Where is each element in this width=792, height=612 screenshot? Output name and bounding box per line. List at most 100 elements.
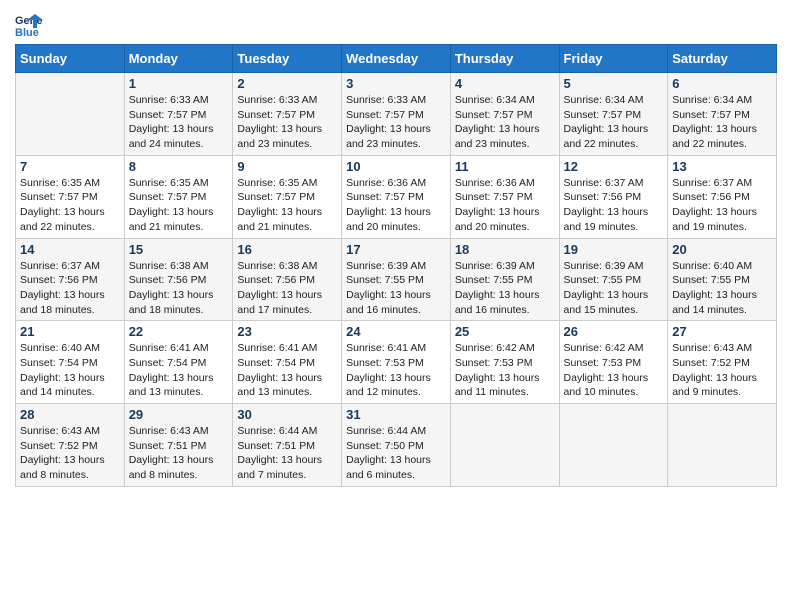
calendar-cell: 2 Sunrise: 6:33 AM Sunset: 7:57 PM Daylig…	[233, 73, 342, 156]
day-content: Sunrise: 6:37 AM Sunset: 7:56 PM Dayligh…	[564, 176, 664, 235]
day-content: Sunrise: 6:34 AM Sunset: 7:57 PM Dayligh…	[564, 93, 664, 152]
header-friday: Friday	[559, 45, 668, 73]
calendar-cell: 3 Sunrise: 6:33 AM Sunset: 7:57 PM Daylig…	[342, 73, 451, 156]
day-content: Sunrise: 6:35 AM Sunset: 7:57 PM Dayligh…	[237, 176, 337, 235]
day-content: Sunrise: 6:34 AM Sunset: 7:57 PM Dayligh…	[455, 93, 555, 152]
calendar-cell: 17Sunrise: 6:39 AM Sunset: 7:55 PM Dayli…	[342, 238, 451, 321]
day-number: 3	[346, 76, 446, 91]
calendar-cell: 25 Sunrise: 6:42 AM Sunset: 7:53 PM Dayli…	[450, 321, 559, 404]
calendar-cell: 5 Sunrise: 6:34 AM Sunset: 7:57 PM Daylig…	[559, 73, 668, 156]
logo-icon: General Blue	[15, 10, 43, 38]
calendar-cell: 18Sunrise: 6:39 AM Sunset: 7:55 PM Dayli…	[450, 238, 559, 321]
calendar-cell: 16 Sunrise: 6:38 AM Sunset: 7:56 PM Dayli…	[233, 238, 342, 321]
day-number: 6	[672, 76, 772, 91]
svg-text:General: General	[15, 15, 43, 27]
day-number: 24	[346, 324, 446, 339]
calendar-cell: 28Sunrise: 6:43 AM Sunset: 7:52 PM Dayli…	[16, 404, 125, 487]
calendar-cell	[559, 404, 668, 487]
day-content: Sunrise: 6:43 AM Sunset: 7:52 PM Dayligh…	[672, 341, 772, 400]
day-content: Sunrise: 6:40 AM Sunset: 7:55 PM Dayligh…	[672, 259, 772, 318]
header-thursday: Thursday	[450, 45, 559, 73]
day-content: Sunrise: 6:42 AM Sunset: 7:53 PM Dayligh…	[455, 341, 555, 400]
calendar-cell: 22 Sunrise: 6:41 AM Sunset: 7:54 PM Dayli…	[124, 321, 233, 404]
day-number: 16	[237, 242, 337, 257]
header-wednesday: Wednesday	[342, 45, 451, 73]
day-content: Sunrise: 6:38 AM Sunset: 7:56 PM Dayligh…	[237, 259, 337, 318]
day-number: 4	[455, 76, 555, 91]
calendar-cell: 24 Sunrise: 6:41 AM Sunset: 7:53 PM Dayli…	[342, 321, 451, 404]
day-number: 28	[20, 407, 120, 422]
day-number: 25	[455, 324, 555, 339]
calendar-table: SundayMondayTuesdayWednesdayThursdayFrid…	[15, 44, 777, 487]
day-number: 11	[455, 159, 555, 174]
day-content: Sunrise: 6:36 AM Sunset: 7:57 PM Dayligh…	[346, 176, 446, 235]
day-number: 1	[129, 76, 229, 91]
calendar-cell: 31Sunrise: 6:44 AM Sunset: 7:50 PM Dayli…	[342, 404, 451, 487]
calendar-cell: 6 Sunrise: 6:34 AM Sunset: 7:57 PM Daylig…	[668, 73, 777, 156]
day-number: 21	[20, 324, 120, 339]
calendar-cell	[450, 404, 559, 487]
day-content: Sunrise: 6:44 AM Sunset: 7:50 PM Dayligh…	[346, 424, 446, 483]
day-number: 2	[237, 76, 337, 91]
week-row-2: 14Sunrise: 6:37 AM Sunset: 7:56 PM Dayli…	[16, 238, 777, 321]
day-content: Sunrise: 6:43 AM Sunset: 7:51 PM Dayligh…	[129, 424, 229, 483]
day-content: Sunrise: 6:34 AM Sunset: 7:57 PM Dayligh…	[672, 93, 772, 152]
day-number: 10	[346, 159, 446, 174]
calendar-cell: 21 Sunrise: 6:40 AM Sunset: 7:54 PM Dayli…	[16, 321, 125, 404]
header-tuesday: Tuesday	[233, 45, 342, 73]
day-number: 5	[564, 76, 664, 91]
day-content: Sunrise: 6:38 AM Sunset: 7:56 PM Dayligh…	[129, 259, 229, 318]
day-content: Sunrise: 6:40 AM Sunset: 7:54 PM Dayligh…	[20, 341, 120, 400]
day-content: Sunrise: 6:35 AM Sunset: 7:57 PM Dayligh…	[20, 176, 120, 235]
day-content: Sunrise: 6:41 AM Sunset: 7:54 PM Dayligh…	[237, 341, 337, 400]
day-content: Sunrise: 6:35 AM Sunset: 7:57 PM Dayligh…	[129, 176, 229, 235]
day-content: Sunrise: 6:44 AM Sunset: 7:51 PM Dayligh…	[237, 424, 337, 483]
week-row-4: 28Sunrise: 6:43 AM Sunset: 7:52 PM Dayli…	[16, 404, 777, 487]
day-number: 15	[129, 242, 229, 257]
svg-text:Blue: Blue	[15, 27, 39, 38]
day-number: 17	[346, 242, 446, 257]
day-number: 12	[564, 159, 664, 174]
day-number: 9	[237, 159, 337, 174]
day-number: 30	[237, 407, 337, 422]
day-content: Sunrise: 6:33 AM Sunset: 7:57 PM Dayligh…	[346, 93, 446, 152]
calendar-cell: 1Sunrise: 6:33 AM Sunset: 7:57 PM Daylig…	[124, 73, 233, 156]
day-content: Sunrise: 6:39 AM Sunset: 7:55 PM Dayligh…	[564, 259, 664, 318]
calendar-cell: 10 Sunrise: 6:36 AM Sunset: 7:57 PM Dayli…	[342, 155, 451, 238]
calendar-cell: 20 Sunrise: 6:40 AM Sunset: 7:55 PM Dayli…	[668, 238, 777, 321]
calendar-header-row: SundayMondayTuesdayWednesdayThursdayFrid…	[16, 45, 777, 73]
calendar-cell: 9 Sunrise: 6:35 AM Sunset: 7:57 PM Daylig…	[233, 155, 342, 238]
day-content: Sunrise: 6:36 AM Sunset: 7:57 PM Dayligh…	[455, 176, 555, 235]
day-content: Sunrise: 6:42 AM Sunset: 7:53 PM Dayligh…	[564, 341, 664, 400]
page-header: General Blue	[15, 10, 777, 38]
day-number: 8	[129, 159, 229, 174]
calendar-cell: 12 Sunrise: 6:37 AM Sunset: 7:56 PM Dayli…	[559, 155, 668, 238]
day-number: 26	[564, 324, 664, 339]
calendar-cell	[16, 73, 125, 156]
header-saturday: Saturday	[668, 45, 777, 73]
calendar-cell: 19 Sunrise: 6:39 AM Sunset: 7:55 PM Dayli…	[559, 238, 668, 321]
day-content: Sunrise: 6:41 AM Sunset: 7:53 PM Dayligh…	[346, 341, 446, 400]
day-number: 20	[672, 242, 772, 257]
day-content: Sunrise: 6:37 AM Sunset: 7:56 PM Dayligh…	[20, 259, 120, 318]
header-monday: Monday	[124, 45, 233, 73]
calendar-cell	[668, 404, 777, 487]
day-number: 22	[129, 324, 229, 339]
logo: General Blue	[15, 10, 47, 38]
day-number: 29	[129, 407, 229, 422]
calendar-cell: 4 Sunrise: 6:34 AM Sunset: 7:57 PM Daylig…	[450, 73, 559, 156]
day-number: 7	[20, 159, 120, 174]
calendar-cell: 8 Sunrise: 6:35 AM Sunset: 7:57 PM Daylig…	[124, 155, 233, 238]
calendar-cell: 30 Sunrise: 6:44 AM Sunset: 7:51 PM Dayli…	[233, 404, 342, 487]
day-content: Sunrise: 6:33 AM Sunset: 7:57 PM Dayligh…	[237, 93, 337, 152]
day-number: 23	[237, 324, 337, 339]
calendar-cell: 14Sunrise: 6:37 AM Sunset: 7:56 PM Dayli…	[16, 238, 125, 321]
week-row-3: 21 Sunrise: 6:40 AM Sunset: 7:54 PM Dayli…	[16, 321, 777, 404]
calendar-cell: 7 Sunrise: 6:35 AM Sunset: 7:57 PM Daylig…	[16, 155, 125, 238]
day-content: Sunrise: 6:41 AM Sunset: 7:54 PM Dayligh…	[129, 341, 229, 400]
day-number: 19	[564, 242, 664, 257]
header-sunday: Sunday	[16, 45, 125, 73]
calendar-cell: 15 Sunrise: 6:38 AM Sunset: 7:56 PM Dayli…	[124, 238, 233, 321]
week-row-1: 7 Sunrise: 6:35 AM Sunset: 7:57 PM Daylig…	[16, 155, 777, 238]
calendar-cell: 26 Sunrise: 6:42 AM Sunset: 7:53 PM Dayli…	[559, 321, 668, 404]
